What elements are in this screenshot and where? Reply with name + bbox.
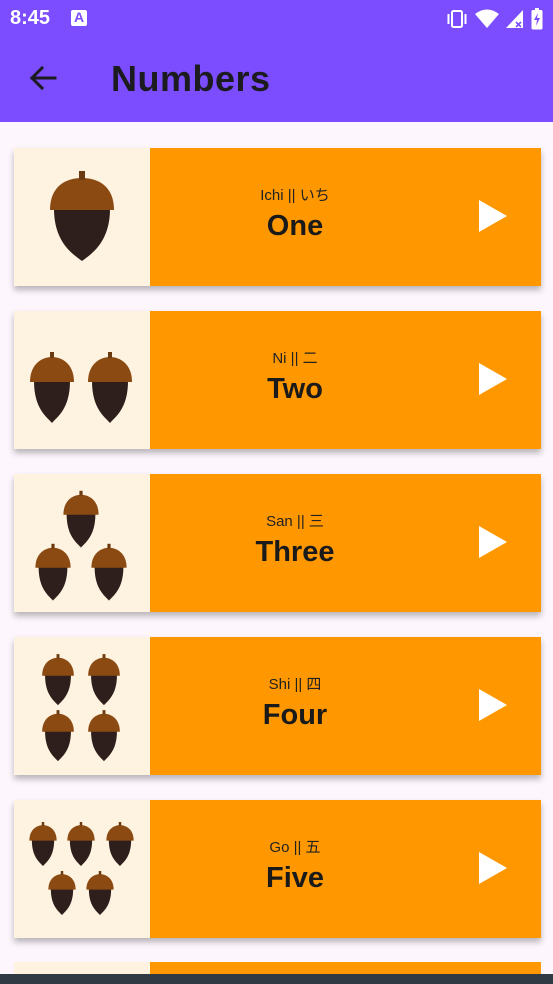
play-icon[interactable] — [477, 361, 509, 397]
play-icon[interactable] — [477, 524, 509, 560]
english-label: Five — [265, 862, 325, 894]
english-label: Three — [255, 536, 335, 568]
number-card-five[interactable]: Go || 五 Five — [14, 800, 541, 938]
number-panel-five: Go || 五 Five — [150, 800, 541, 938]
japanese-label: Go || 五 — [269, 839, 321, 856]
number-card-three[interactable]: San || 三 Three — [14, 474, 541, 612]
app-bar: 8:45 A Numbers — [0, 0, 553, 122]
english-label: Four — [262, 699, 328, 731]
japanese-label: Shi || 四 — [268, 676, 322, 693]
number-card-four[interactable]: Shi || 四 Four — [14, 637, 541, 775]
number-card-one[interactable]: Ichi || いち One — [14, 148, 541, 286]
english-label: Two — [267, 373, 323, 405]
number-panel-three: San || 三 Three — [150, 474, 541, 612]
number-panel-two: Ni || 二 Two — [150, 311, 541, 449]
play-icon[interactable] — [477, 850, 509, 886]
status-bar: 8:45 A — [0, 0, 553, 38]
a-icon: A — [71, 9, 87, 26]
wifi-icon — [475, 9, 499, 28]
page-title: Numbers — [111, 58, 271, 99]
japanese-label: San || 三 — [266, 513, 324, 530]
number-card-two[interactable]: Ni || 二 Two — [14, 311, 541, 449]
number-panel-four: Shi || 四 Four — [150, 637, 541, 775]
english-label: One — [266, 210, 324, 242]
battery-charging-icon — [531, 8, 543, 30]
acorn-image-one — [14, 148, 150, 286]
vibrate-icon — [447, 10, 467, 28]
play-icon[interactable] — [477, 687, 509, 723]
number-panel-one: Ichi || いち One — [150, 148, 541, 286]
status-icons — [445, 7, 543, 31]
acorn-image-five — [14, 800, 150, 938]
status-time: 8:45 — [10, 7, 51, 29]
play-icon[interactable] — [477, 198, 509, 234]
japanese-label: Ni || 二 — [272, 350, 318, 367]
number-card-partial-thumb — [14, 962, 150, 974]
number-card-partial-panel[interactable] — [150, 962, 541, 974]
acorn-image-two — [14, 311, 150, 449]
cell-signal-icon — [506, 10, 523, 28]
navigation-bar-edge — [0, 974, 553, 984]
acorn-image-three — [14, 474, 150, 612]
arrow-back-icon[interactable] — [26, 61, 60, 95]
japanese-label: Ichi || いち — [260, 187, 330, 204]
acorn-image-four — [14, 637, 150, 775]
